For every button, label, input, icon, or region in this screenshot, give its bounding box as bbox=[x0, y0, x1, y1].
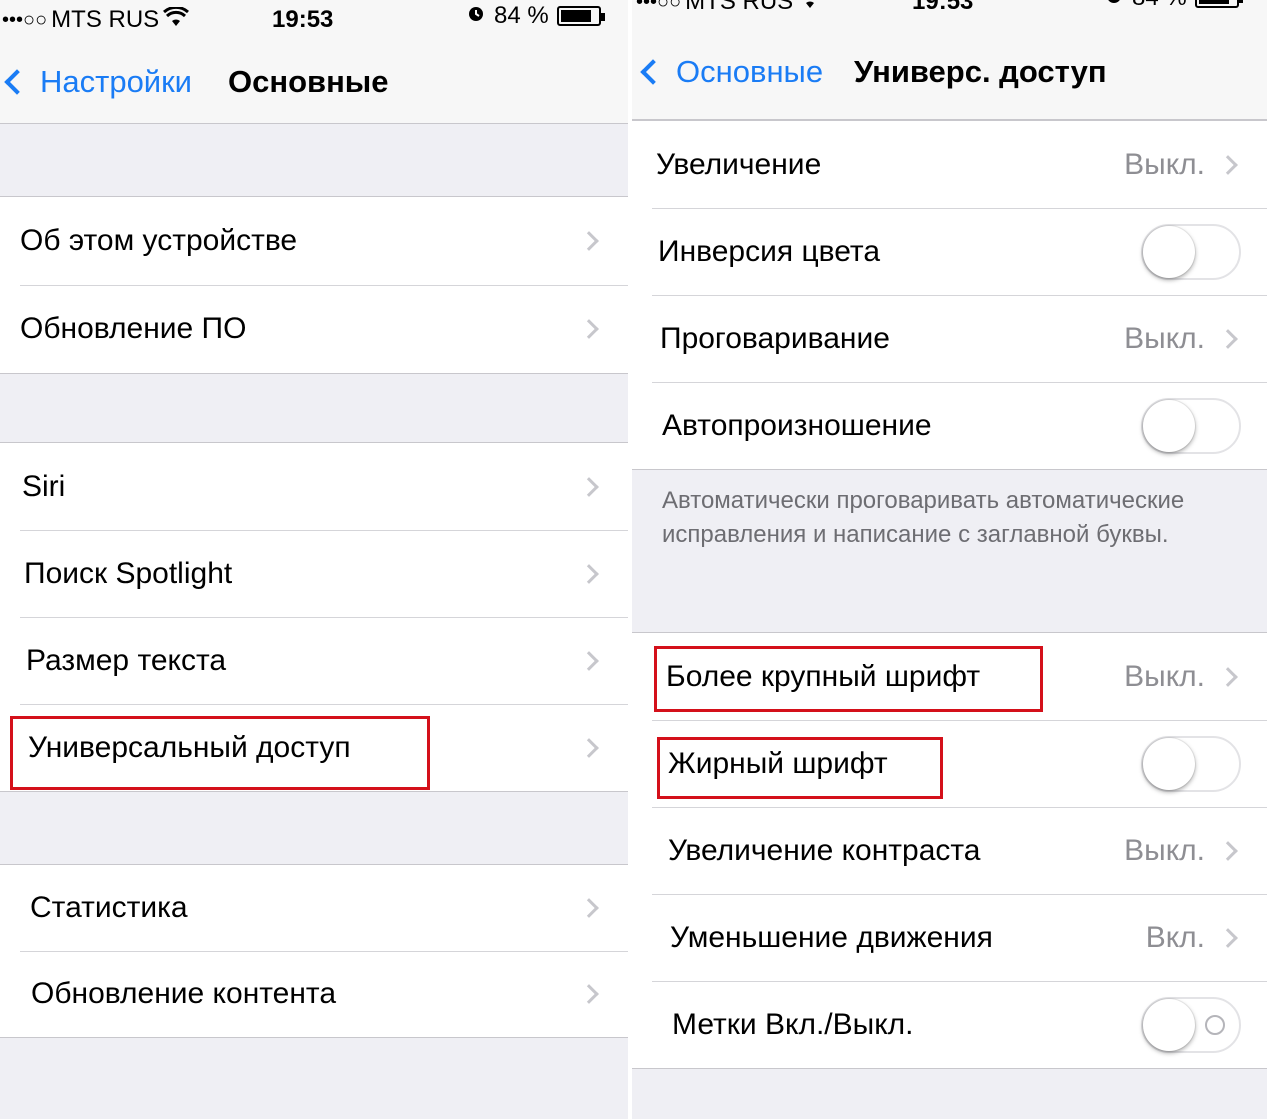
carrier-name: MTS RUS bbox=[51, 6, 160, 33]
row-value: Выкл. bbox=[1124, 659, 1205, 693]
row-label: Инверсия цвета bbox=[658, 234, 880, 268]
group-footer-note: Автоматически проговаривать автоматическ… bbox=[662, 487, 1185, 548]
row-accessibility[interactable]: Универсальный доступ bbox=[0, 704, 628, 791]
speak-auto-text-toggle[interactable] bbox=[1141, 397, 1241, 454]
chevron-right-icon bbox=[1218, 927, 1238, 948]
row-label: Об этом устройстве bbox=[20, 224, 298, 257]
general-settings-screen: •••○○ MTS RUS 19:53 84 % Настройки Основ… bbox=[0, 0, 628, 1119]
chevron-right-icon bbox=[579, 563, 599, 584]
back-button[interactable]: Основные bbox=[636, 54, 823, 90]
row-software-update[interactable]: Обновление ПО bbox=[0, 285, 628, 373]
battery-icon bbox=[1194, 0, 1243, 8]
settings-group-device: Об этом устройстве Обновление ПО bbox=[0, 196, 628, 374]
chevron-right-icon bbox=[579, 476, 599, 497]
chevron-right-icon bbox=[579, 898, 599, 918]
row-label: Автопроизношение bbox=[662, 408, 932, 442]
page-title: Универс. доступ bbox=[854, 54, 1107, 89]
row-usage[interactable]: Статистика bbox=[0, 865, 628, 951]
row-label: Жирный шрифт bbox=[668, 746, 888, 780]
row-larger-text[interactable]: Более крупный шрифт Выкл. bbox=[632, 633, 1267, 720]
row-value: Выкл. bbox=[1124, 147, 1205, 181]
row-label: Siri bbox=[22, 469, 66, 503]
row-zoom[interactable]: Увеличение Выкл. bbox=[632, 121, 1267, 208]
row-label: Поиск Spotlight bbox=[24, 556, 233, 590]
row-label: Увеличение bbox=[656, 147, 822, 181]
row-on-off-labels: Метки Вкл./Выкл. bbox=[632, 981, 1267, 1068]
bold-text-toggle[interactable] bbox=[1141, 735, 1241, 792]
settings-group-usage: Статистика Обновление контента bbox=[0, 864, 628, 1038]
row-value: Вкл. bbox=[1145, 920, 1205, 954]
back-button-label: Настройки bbox=[40, 64, 193, 99]
chevron-right-icon bbox=[579, 231, 599, 251]
chevron-right-icon bbox=[579, 984, 599, 1004]
signal-strength-icon: •••○○ bbox=[2, 8, 48, 31]
chevron-right-icon bbox=[1218, 666, 1238, 687]
status-bar: •••○○ MTS RUS 19:53 84 % bbox=[0, 0, 628, 44]
row-increase-contrast[interactable]: Увеличение контраста Выкл. bbox=[632, 807, 1267, 894]
chevron-right-icon bbox=[1218, 154, 1238, 175]
navigation-bar: Основные Универс. доступ bbox=[632, 26, 1267, 120]
row-label: Размер текста bbox=[26, 643, 227, 677]
chevron-right-icon bbox=[1218, 840, 1238, 861]
row-text-size[interactable]: Размер текста bbox=[0, 617, 628, 704]
chevron-right-icon bbox=[579, 650, 599, 671]
toggle-knob bbox=[1143, 998, 1195, 1051]
alarm-icon bbox=[1104, 0, 1124, 12]
invert-colors-toggle[interactable] bbox=[1141, 223, 1241, 280]
row-label: Проговаривание bbox=[660, 321, 890, 355]
row-reduce-motion[interactable]: Уменьшение движения Вкл. bbox=[632, 894, 1267, 981]
status-bar: •••○○ MTS RUS 19:53 84 % bbox=[632, 0, 1267, 26]
row-speech[interactable]: Проговаривание Выкл. bbox=[632, 295, 1267, 382]
row-value: Выкл. bbox=[1124, 321, 1205, 355]
accessibility-settings-screen: •••○○ MTS RUS 19:53 84 % Основные Универ… bbox=[632, 0, 1267, 1119]
toggle-knob bbox=[1143, 399, 1195, 452]
battery-percent: 84 % bbox=[494, 2, 549, 29]
back-button-label: Основные bbox=[676, 54, 824, 89]
row-label: Уменьшение движения bbox=[670, 920, 993, 954]
row-label: Увеличение контраста bbox=[668, 833, 981, 867]
back-button[interactable]: Настройки bbox=[0, 64, 192, 100]
settings-group-vision: Увеличение Выкл. Инверсия цвета Проговар… bbox=[632, 120, 1267, 470]
row-label: Обновление контента bbox=[31, 977, 337, 1010]
row-speak-auto-text: Автопроизношение bbox=[632, 382, 1267, 469]
row-siri[interactable]: Siri bbox=[0, 443, 628, 530]
toggle-knob bbox=[1143, 737, 1195, 790]
row-label: Обновление ПО bbox=[20, 312, 247, 345]
row-invert-colors: Инверсия цвета bbox=[632, 208, 1267, 295]
alarm-icon bbox=[466, 2, 486, 30]
settings-group-features: Siri Поиск Spotlight Размер текста Униве… bbox=[0, 442, 628, 792]
battery-fill bbox=[560, 10, 591, 22]
row-label: Метки Вкл./Выкл. bbox=[672, 1007, 914, 1041]
on-off-labels-toggle[interactable] bbox=[1141, 996, 1241, 1053]
row-bold-text: Жирный шрифт bbox=[632, 720, 1267, 807]
toggle-knob bbox=[1143, 225, 1195, 278]
chevron-right-icon bbox=[579, 319, 599, 339]
status-time: 19:53 bbox=[272, 6, 334, 33]
chevron-left-icon bbox=[4, 69, 30, 95]
chevron-right-icon bbox=[1218, 328, 1238, 349]
wifi-icon bbox=[797, 0, 823, 16]
row-background-refresh[interactable]: Обновление контента bbox=[0, 951, 628, 1037]
chevron-left-icon bbox=[640, 59, 666, 85]
row-spotlight-search[interactable]: Поиск Spotlight bbox=[0, 530, 628, 617]
battery-fill bbox=[1198, 0, 1229, 4]
off-label-icon bbox=[1205, 1014, 1225, 1035]
wifi-icon bbox=[163, 5, 190, 34]
page-title: Основные bbox=[228, 64, 389, 99]
settings-group-display: Более крупный шрифт Выкл. Жирный шрифт У… bbox=[632, 632, 1267, 1069]
row-about-device[interactable]: Об этом устройстве bbox=[0, 197, 628, 285]
row-label: Статистика bbox=[30, 891, 188, 924]
status-time: 19:53 bbox=[912, 0, 974, 15]
carrier-name: MTS RUS bbox=[685, 0, 794, 15]
signal-strength-icon: •••○○ bbox=[636, 0, 682, 13]
row-label: Более крупный шрифт bbox=[666, 659, 981, 693]
row-label: Универсальный доступ bbox=[28, 730, 351, 764]
battery-icon bbox=[556, 6, 605, 26]
navigation-bar: Настройки Основные bbox=[0, 44, 628, 124]
battery-percent: 84 % bbox=[1132, 0, 1187, 12]
chevron-right-icon bbox=[579, 737, 599, 758]
row-value: Выкл. bbox=[1124, 833, 1205, 867]
